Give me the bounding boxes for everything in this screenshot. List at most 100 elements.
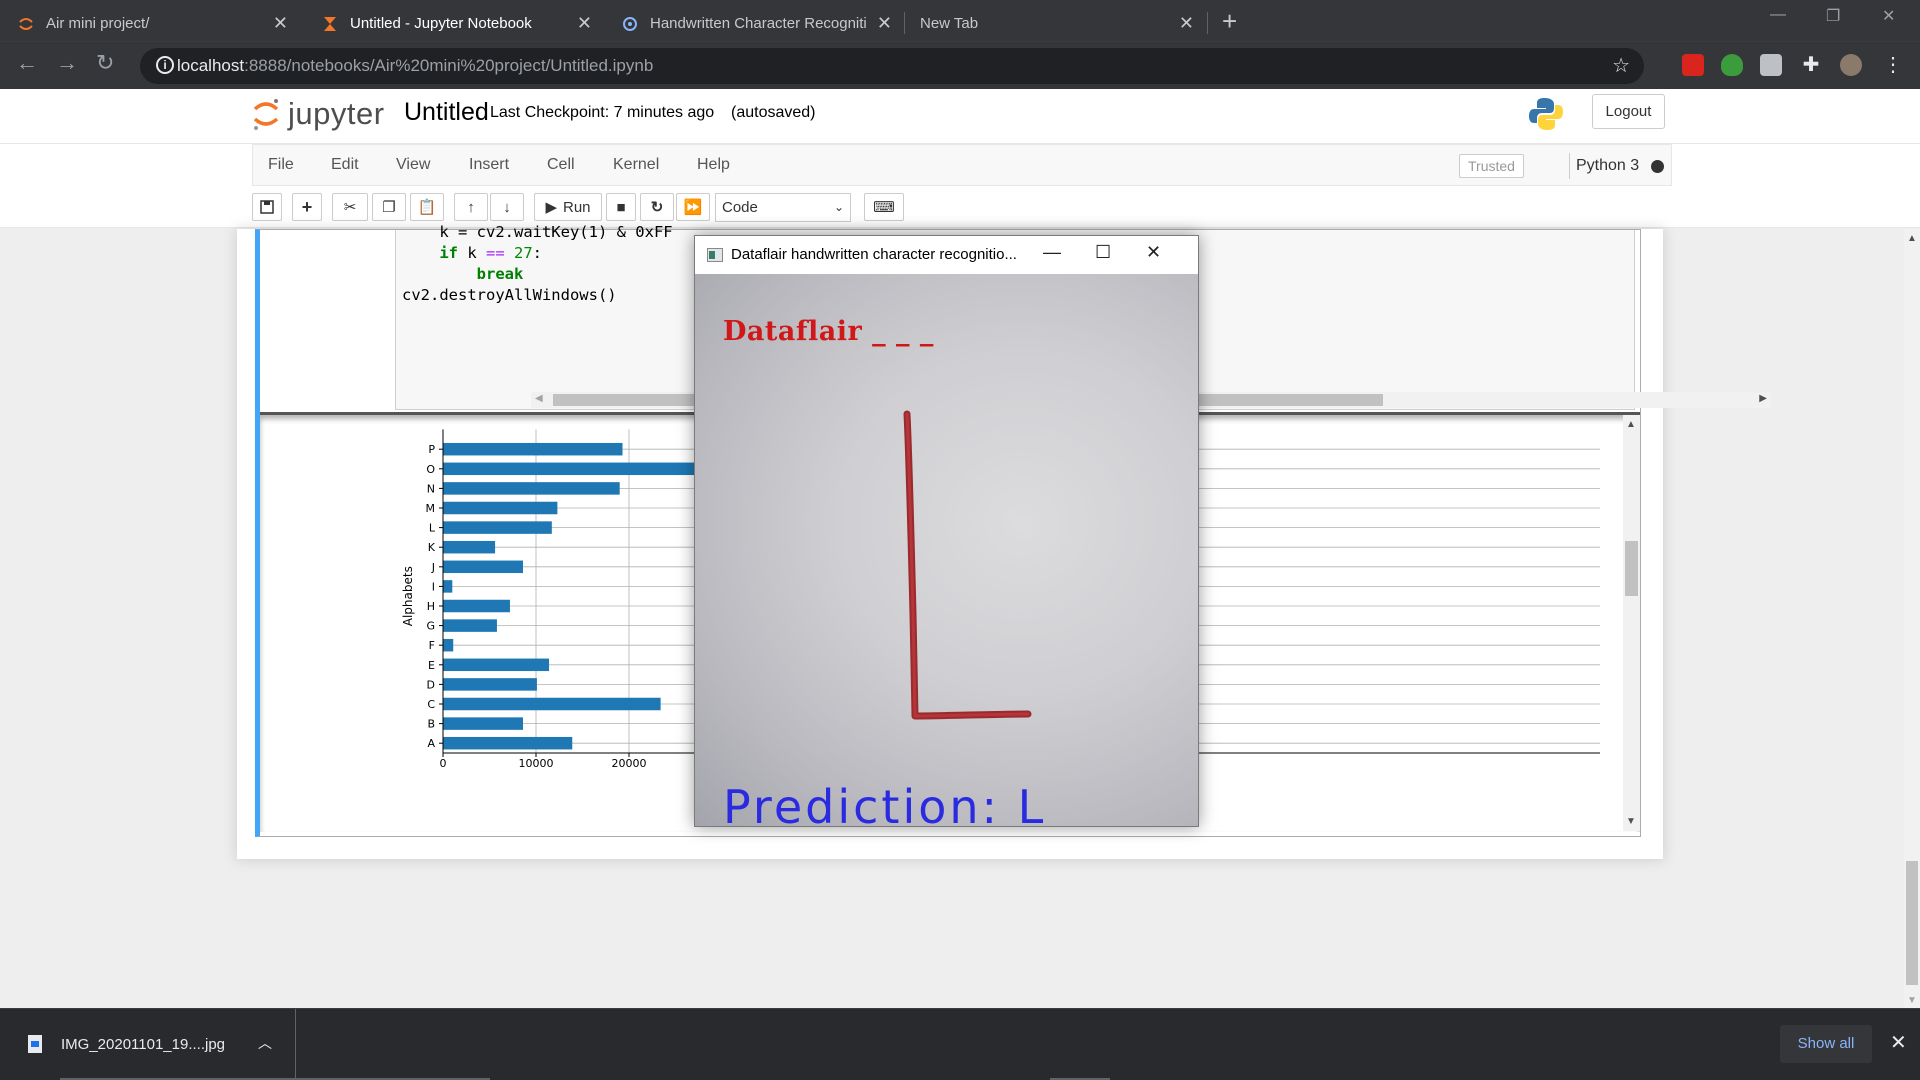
run-button[interactable]: ▶ Run bbox=[534, 193, 602, 221]
jupyter-header: jupyter Untitled Last Checkpoint: 7 minu… bbox=[0, 89, 1920, 144]
paste-icon[interactable]: 📋 bbox=[410, 193, 444, 221]
tab-new-tab[interactable]: New Tab ✕ bbox=[906, 6, 1206, 41]
restore-icon[interactable]: ❐ bbox=[1826, 6, 1840, 26]
prediction-text: Prediction: L bbox=[723, 780, 1047, 826]
bar-K bbox=[443, 540, 496, 554]
scroll-up-icon[interactable]: ▲ bbox=[1626, 419, 1636, 430]
move-up-icon[interactable]: ↑ bbox=[454, 193, 488, 221]
menu-kernel[interactable]: Kernel bbox=[613, 156, 659, 174]
profile-avatar[interactable] bbox=[1840, 54, 1862, 76]
close-downloads-icon[interactable]: ✕ bbox=[1890, 1030, 1907, 1055]
chevron-up-icon[interactable]: ︿ bbox=[258, 1033, 272, 1053]
cell-type-select[interactable]: Code ⌄ bbox=[715, 193, 851, 222]
y-tick-label: H bbox=[427, 600, 435, 613]
site-info-icon[interactable]: i bbox=[156, 56, 174, 74]
tab-close-icon[interactable]: ✕ bbox=[877, 13, 892, 34]
output-vertical-scrollbar[interactable]: ▲ ▼ bbox=[1623, 415, 1640, 831]
kernel-name[interactable]: Python 3 bbox=[1569, 153, 1639, 179]
bar-A bbox=[443, 736, 573, 750]
menu-file[interactable]: File bbox=[268, 156, 294, 174]
back-icon[interactable]: ← bbox=[16, 50, 38, 76]
scroll-up-icon[interactable]: ▲ bbox=[1907, 233, 1917, 244]
camera-frame: Dataflair _ _ _ Prediction: L bbox=[695, 274, 1198, 826]
jupyter-logo[interactable]: jupyter bbox=[252, 96, 385, 132]
tab-title: Air mini project/ bbox=[46, 15, 150, 32]
tab-separator bbox=[1207, 12, 1208, 34]
tab-handwritten-character[interactable]: Handwritten Character Recogniti ✕ bbox=[604, 6, 904, 41]
scroll-down-icon[interactable]: ▼ bbox=[1626, 816, 1636, 827]
x-tick-label: 0 bbox=[440, 757, 447, 770]
x-tick-label: 20000 bbox=[612, 757, 647, 770]
bar-L bbox=[443, 521, 552, 534]
autosave-status: (autosaved) bbox=[731, 104, 816, 121]
browser-tab-strip: Air mini project/ ✕ Untitled - Jupyter N… bbox=[0, 0, 1920, 41]
url-text[interactable]: localhost:8888/notebooks/Air%20mini%20pr… bbox=[177, 56, 653, 76]
y-tick-label: C bbox=[427, 698, 435, 711]
y-tick-label: L bbox=[429, 522, 436, 535]
fast-forward-icon[interactable]: ⏩ bbox=[676, 193, 710, 221]
browser-menu-icon[interactable]: ⋮ bbox=[1882, 54, 1904, 76]
trusted-indicator[interactable]: Trusted bbox=[1459, 154, 1524, 178]
restart-icon[interactable]: ↻ bbox=[640, 193, 674, 221]
opencv-titlebar[interactable]: Dataflair handwritten character recognit… bbox=[695, 236, 1198, 274]
cut-icon[interactable]: ✂ bbox=[332, 193, 368, 221]
notebook-toolbar: + ✂ ❐ 📋 ↑ ↓ ▶ Run ■ ↻ ⏩ Code ⌄ ⌨ bbox=[0, 186, 1920, 228]
pocket-extension-icon[interactable] bbox=[1682, 54, 1704, 76]
opencv-window-title: Dataflair handwritten character recognit… bbox=[731, 246, 1017, 263]
close-icon[interactable]: ✕ bbox=[1146, 242, 1161, 263]
bar-M bbox=[443, 501, 558, 515]
menu-help[interactable]: Help bbox=[697, 156, 730, 174]
scrollbar-thumb[interactable] bbox=[1625, 541, 1638, 596]
minimize-icon[interactable]: — bbox=[1043, 242, 1061, 263]
minimize-icon[interactable]: — bbox=[1770, 6, 1786, 24]
bar-B bbox=[443, 717, 523, 730]
download-item[interactable]: IMG_20201101_19....jpg ︿ bbox=[0, 1009, 296, 1080]
scrollbar-thumb[interactable] bbox=[1906, 861, 1918, 985]
menu-view[interactable]: View bbox=[396, 156, 430, 174]
tab-close-icon[interactable]: ✕ bbox=[273, 13, 288, 34]
cube-extension-icon[interactable] bbox=[1760, 54, 1782, 76]
new-tab-icon[interactable]: + bbox=[1222, 8, 1237, 34]
omnibox[interactable]: i localhost:8888/notebooks/Air%20mini%20… bbox=[140, 48, 1644, 84]
y-tick-label: N bbox=[427, 482, 435, 495]
menu-insert[interactable]: Insert bbox=[469, 156, 509, 174]
code-text[interactable]: k = cv2.waitKey(1) & 0xFF if k == 27: br… bbox=[402, 222, 673, 306]
maximize-icon[interactable]: ☐ bbox=[1095, 242, 1111, 263]
reload-icon[interactable]: ↻ bbox=[96, 50, 114, 76]
bookmark-star-icon[interactable]: ☆ bbox=[1612, 53, 1630, 78]
insert-cell-icon[interactable]: + bbox=[292, 193, 322, 221]
y-tick-label: G bbox=[426, 620, 435, 633]
menu-bar: File Edit View Insert Cell Kernel Help T… bbox=[0, 144, 1920, 186]
scroll-left-icon[interactable]: ◀ bbox=[535, 393, 543, 404]
tab-close-icon[interactable]: ✕ bbox=[577, 13, 592, 34]
page-vertical-scrollbar[interactable]: ▲ ▼ bbox=[1904, 229, 1920, 1008]
puzzle-extensions-icon[interactable]: ✚ bbox=[1800, 54, 1822, 76]
stop-icon[interactable]: ■ bbox=[606, 193, 636, 221]
y-tick-label: K bbox=[428, 541, 436, 554]
opencv-window[interactable]: Dataflair handwritten character recognit… bbox=[694, 235, 1199, 827]
scroll-down-icon[interactable]: ▼ bbox=[1907, 995, 1917, 1006]
menu-edit[interactable]: Edit bbox=[331, 156, 359, 174]
tab-air-mini-project[interactable]: Air mini project/ ✕ bbox=[0, 6, 300, 41]
tab-title: New Tab bbox=[920, 15, 979, 32]
show-all-button[interactable]: Show all bbox=[1780, 1025, 1872, 1063]
close-window-icon[interactable]: ✕ bbox=[1882, 6, 1895, 26]
bar-F bbox=[443, 638, 454, 652]
y-tick-label: E bbox=[428, 659, 435, 672]
save-icon[interactable] bbox=[252, 193, 282, 221]
tab-close-icon[interactable]: ✕ bbox=[1179, 13, 1194, 34]
tab-untitled-notebook[interactable]: Untitled - Jupyter Notebook ✕ bbox=[304, 6, 604, 41]
copy-icon[interactable]: ❐ bbox=[372, 193, 406, 221]
notebook-name[interactable]: Untitled bbox=[404, 98, 489, 127]
scroll-right-icon[interactable]: ▶ bbox=[1759, 393, 1767, 404]
logout-button[interactable]: Logout bbox=[1592, 94, 1665, 129]
bar-P bbox=[443, 442, 623, 456]
y-tick-label: I bbox=[432, 580, 435, 593]
keyboard-icon[interactable]: ⌨ bbox=[864, 193, 904, 221]
shield-extension-icon[interactable] bbox=[1721, 54, 1743, 76]
menu-cell[interactable]: Cell bbox=[547, 156, 575, 174]
hourglass-icon bbox=[322, 16, 338, 32]
move-down-icon[interactable]: ↓ bbox=[490, 193, 524, 221]
run-label: Run bbox=[563, 198, 591, 216]
forward-icon[interactable]: → bbox=[56, 50, 78, 76]
